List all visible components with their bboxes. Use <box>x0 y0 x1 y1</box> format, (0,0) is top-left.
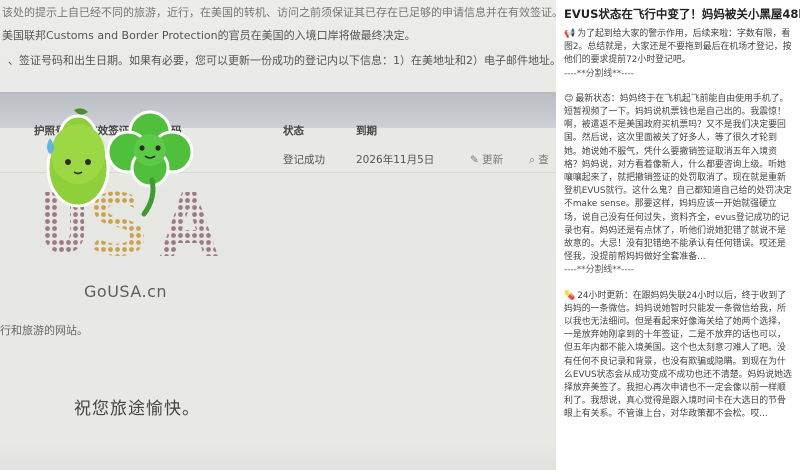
check-label: 查 <box>538 154 549 166</box>
photo-screenshot: 该处的提示上自已经不同的旅游，近行，在美国的转机、访问之前须保证其已存在已足够的… <box>0 0 556 470</box>
paragraph-24h-text: 24小时更新：在跟妈妈失联24小时以后，终于收到了妈妈的一条微信。妈妈说她智时只… <box>564 290 792 420</box>
megaphone-icon: 📢 <box>564 29 576 39</box>
notice-line-3: 、签证号码和出生日期。如果有必要，您可以更新一份成功的登记内以下信息：1）在美地… <box>8 54 556 67</box>
paragraph-intro-text: 为了起到给大家的警示作用，后续来啦：字数有限，看图2。总结就是，大家还是不要拖到… <box>564 29 792 66</box>
paragraph-24h: 💊 24小时更新：在跟妈妈失联24小时以后，终于收到了妈妈的一条微信。妈妈说她智时… <box>564 290 792 422</box>
update-button[interactable]: ✎ 更新 <box>470 152 503 167</box>
row-expiry: 2026年11月5日 <box>356 154 435 166</box>
section-divider: ----**分割线**---- <box>564 68 634 79</box>
hint-line: 行和旅游的网站。 <box>0 324 88 337</box>
check-button[interactable]: ⌕ 查 <box>529 152 549 167</box>
table-header-expiry: 到期 <box>356 125 377 137</box>
section-divider: ----**分割线**---- <box>564 265 634 276</box>
smile-icon: 😊 <box>564 93 574 104</box>
pill-icon: 💊 <box>564 290 576 301</box>
notice-line-1: 该处的提示上自已经不同的旅游，近行，在美国的转机、访问之前须保证其已存在已足够的… <box>2 6 556 19</box>
notice-line-2: 美国联邦Customs and Border Protection的官员在美国的… <box>2 29 416 42</box>
paragraph-latest-text: 最新状态：妈妈终于在飞机起飞前能自由使用手机了。短暂视频了一下。妈妈说机票钱也是… <box>564 93 792 263</box>
search-icon: ⌕ <box>529 154 535 166</box>
row-status: 登记成功 <box>283 154 325 166</box>
gousa-logo <box>44 108 218 257</box>
article-panel: EVUS状态在飞行中变了！妈妈被关小黑屋48h😭 📢 为了起到给大家的警示作用，后… <box>556 0 800 470</box>
wish-text: 祝您旅途愉快。 <box>74 399 200 419</box>
pencil-icon: ✎ <box>470 154 479 166</box>
article-title: EVUS状态在飞行中变了！妈妈被关小黑屋48h😭 <box>564 7 800 21</box>
monitor-edge <box>0 440 556 470</box>
table-header-status: 状态 <box>283 125 304 137</box>
pear-sticker <box>46 108 110 208</box>
update-label: 更新 <box>482 154 504 166</box>
paragraph-intro: 📢 为了起到给大家的警示作用，后续来啦：字数有限，看图2。总结就是，大家还是不要拖… <box>564 28 792 68</box>
paragraph-latest: 😊 最新状态：妈妈终于在飞机起飞前能自由使用手机了。短暂视频了一下。妈妈说机票钱也… <box>564 93 792 265</box>
logo-site-text: GoUSA.cn <box>84 282 168 301</box>
